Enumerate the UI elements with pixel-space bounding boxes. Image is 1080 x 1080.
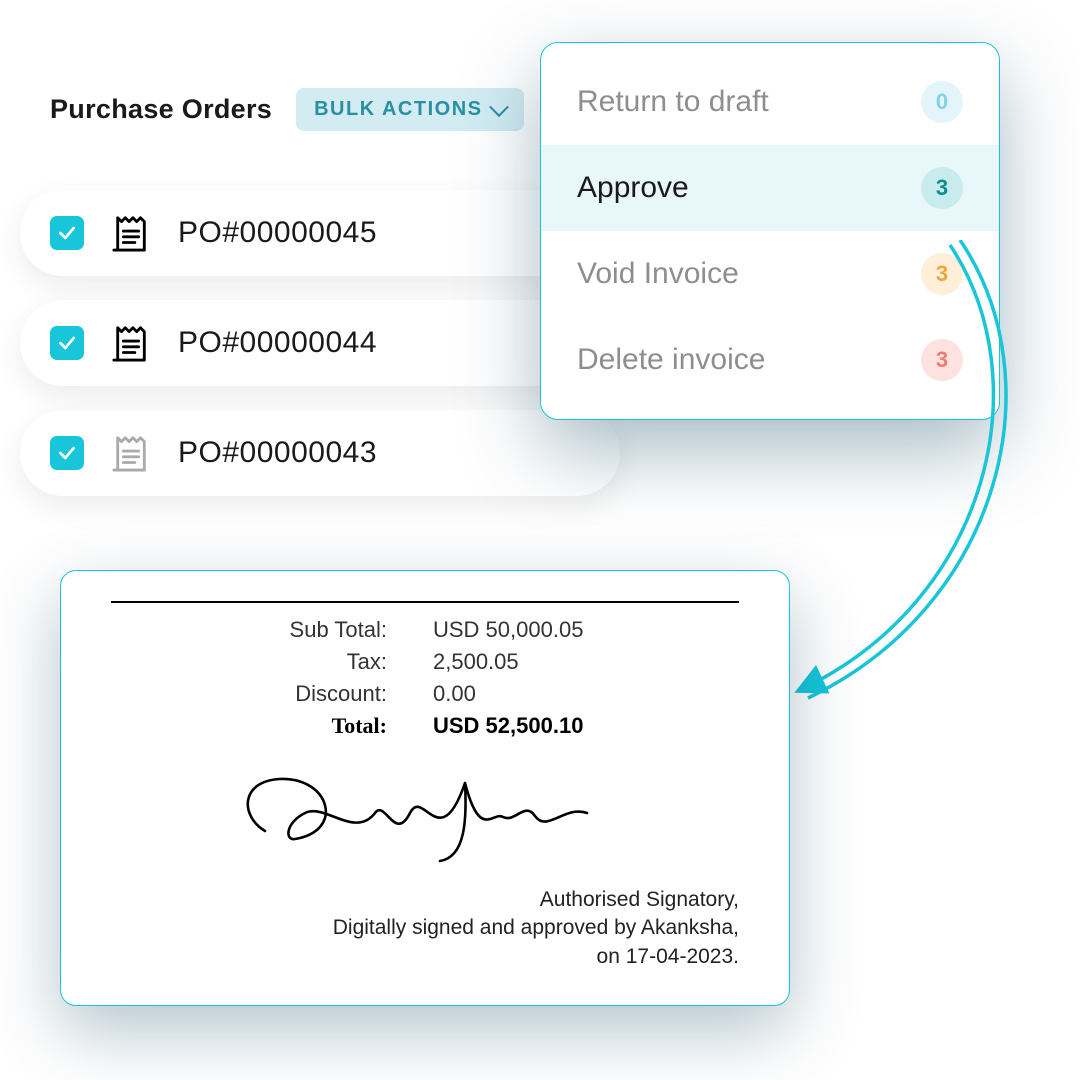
signature <box>111 761 739 876</box>
receipt-icon <box>112 432 150 474</box>
menu-item-label: Delete invoice <box>577 343 765 377</box>
signatory-line: on 17-04-2023. <box>111 943 739 971</box>
po-row[interactable]: PO#00000044 <box>20 300 620 386</box>
menu-item-void-invoice[interactable]: Void Invoice 3 <box>541 231 999 317</box>
page-title: Purchase Orders <box>50 94 272 125</box>
menu-item-approve[interactable]: Approve 3 <box>541 145 999 231</box>
invoice-totals: Sub Total: USD 50,000.05 Tax: 2,500.05 D… <box>111 617 739 739</box>
bulk-actions-label: BULK ACTIONS <box>314 98 482 121</box>
tax-value: 2,500.05 <box>425 649 739 675</box>
menu-item-return-to-draft[interactable]: Return to draft 0 <box>541 59 999 145</box>
checkbox-icon[interactable] <box>50 326 84 360</box>
signatory-line: Authorised Signatory, <box>111 886 739 914</box>
count-badge: 3 <box>921 339 963 381</box>
count-badge: 3 <box>921 167 963 209</box>
po-number: PO#00000043 <box>178 436 377 470</box>
count-badge: 3 <box>921 253 963 295</box>
po-list: PO#00000045 PO#00000044 PO#00000043 <box>20 190 620 496</box>
chevron-down-icon <box>490 97 510 117</box>
menu-item-label: Approve <box>577 171 689 205</box>
discount-label: Discount: <box>111 681 425 707</box>
total-label: Total: <box>111 713 425 739</box>
menu-item-label: Return to draft <box>577 85 769 119</box>
po-number: PO#00000045 <box>178 216 377 250</box>
signatory-text: Authorised Signatory, Digitally signed a… <box>111 886 739 971</box>
discount-value: 0.00 <box>425 681 739 707</box>
receipt-icon <box>112 322 150 364</box>
divider <box>111 601 739 603</box>
total-value: USD 52,500.10 <box>425 713 739 739</box>
bulk-actions-button[interactable]: BULK ACTIONS <box>296 88 524 131</box>
po-number: PO#00000044 <box>178 326 377 360</box>
po-row[interactable]: PO#00000045 <box>20 190 620 276</box>
subtotal-label: Sub Total: <box>111 617 425 643</box>
checkbox-icon[interactable] <box>50 436 84 470</box>
menu-item-label: Void Invoice <box>577 257 739 291</box>
checkbox-icon[interactable] <box>50 216 84 250</box>
subtotal-value: USD 50,000.05 <box>425 617 739 643</box>
receipt-icon <box>112 212 150 254</box>
bulk-actions-menu: Return to draft 0 Approve 3 Void Invoice… <box>540 42 1000 420</box>
menu-item-delete-invoice[interactable]: Delete invoice 3 <box>541 317 999 403</box>
tax-label: Tax: <box>111 649 425 675</box>
count-badge: 0 <box>921 81 963 123</box>
signatory-line: Digitally signed and approved by Akanksh… <box>111 914 739 942</box>
invoice-preview: Sub Total: USD 50,000.05 Tax: 2,500.05 D… <box>60 570 790 1006</box>
po-row[interactable]: PO#00000043 <box>20 410 620 496</box>
